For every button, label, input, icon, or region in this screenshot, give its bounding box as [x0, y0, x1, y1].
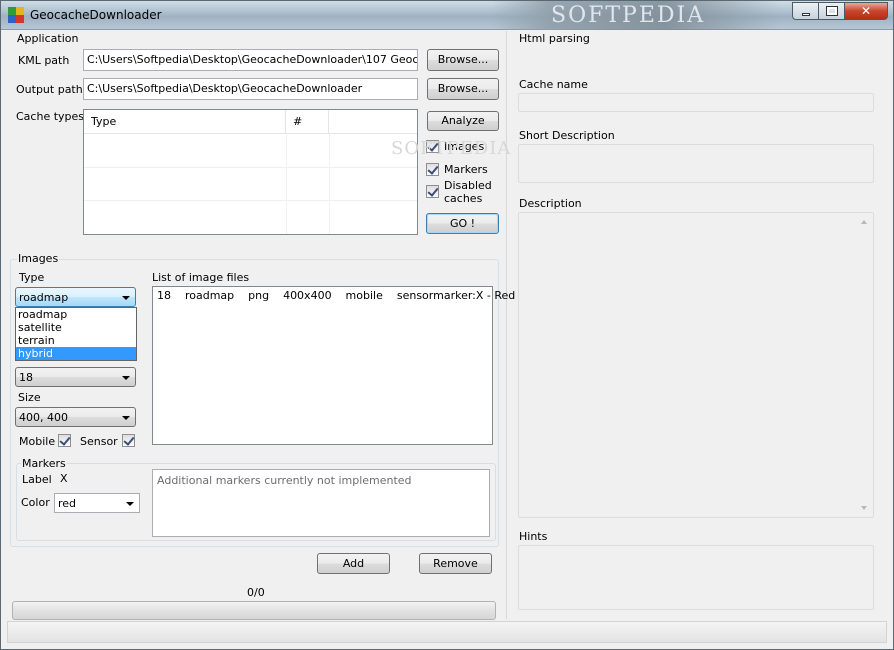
application-group-title: Application [17, 32, 79, 45]
zoom-select[interactable]: 18 [15, 367, 136, 387]
marker-color-label: Color [21, 496, 50, 509]
size-select-value: 400, 400 [19, 411, 68, 424]
type-option-hybrid[interactable]: hybrid [16, 347, 136, 360]
go-button[interactable]: GO ! [426, 213, 499, 234]
size-select[interactable]: 400, 400 [15, 407, 136, 427]
column-header-empty [329, 110, 417, 134]
output-path-input[interactable]: C:\Users\Softpedia\Desktop\GeocacheDownl… [83, 78, 418, 100]
scroll-up-icon[interactable] [861, 220, 867, 224]
title-watermark: SOFTPEDIA [491, 1, 781, 30]
add-button[interactable]: Add [317, 553, 390, 574]
images-group-title: Images [17, 252, 60, 265]
cache-name-label: Cache name [519, 78, 588, 91]
html-parsing-title: Html parsing [519, 32, 590, 45]
sensor-checkbox[interactable] [122, 434, 135, 447]
minimize-icon [802, 13, 810, 16]
image-files-list[interactable]: 18 roadmap png 400x400 mobile sensormark… [152, 286, 515, 445]
disabled-caches-checkbox[interactable] [426, 185, 439, 198]
window-controls: ✕ [792, 2, 888, 21]
zoom-select-value: 18 [19, 371, 33, 384]
description-field[interactable] [518, 212, 874, 518]
type-option-roadmap[interactable]: roadmap [16, 308, 136, 321]
hints-field[interactable] [518, 545, 874, 610]
size-label: Size [18, 391, 41, 404]
output-path-label: Output path [16, 83, 83, 96]
chevron-down-icon [126, 502, 134, 506]
maximize-button[interactable] [818, 2, 845, 20]
grid-line [286, 134, 287, 234]
chevron-down-icon [122, 376, 130, 380]
short-description-label: Short Description [519, 129, 615, 142]
analyze-button[interactable]: Analyze [427, 111, 499, 131]
marker-label-input[interactable]: X [55, 469, 73, 489]
type-option-terrain[interactable]: terrain [16, 334, 136, 347]
grid-line [329, 134, 330, 234]
column-header-type[interactable]: Type [84, 110, 286, 134]
sensor-label: Sensor [80, 435, 118, 448]
type-select[interactable]: roadmap [15, 287, 136, 307]
window-title: GeocacheDownloader [30, 8, 162, 22]
title-bar[interactable]: GeocacheDownloader SOFTPEDIA ✕ [1, 1, 893, 30]
type-option-satellite[interactable]: satellite [16, 321, 136, 334]
chevron-down-icon [122, 416, 130, 420]
disabled-caches-label-2[interactable]: caches [444, 192, 482, 205]
mobile-label: Mobile [19, 435, 56, 448]
disabled-caches-label-1[interactable]: Disabled [444, 179, 492, 192]
kml-browse-button[interactable]: Browse... [427, 49, 499, 71]
app-icon [8, 7, 24, 23]
output-browse-button[interactable]: Browse... [427, 78, 499, 100]
chevron-down-icon [122, 296, 130, 300]
description-label: Description [519, 197, 582, 210]
progress-bar [12, 601, 496, 620]
cache-types-label: Cache types [16, 110, 85, 123]
status-bar [7, 621, 887, 643]
close-icon: ✕ [861, 4, 872, 18]
type-select-value: roadmap [19, 291, 69, 304]
kml-path-input[interactable]: C:\Users\Softpedia\Desktop\GeocacheDownl… [83, 49, 418, 71]
grid-line [84, 167, 417, 168]
marker-label-label: Label [22, 473, 52, 486]
marker-color-select[interactable]: red [54, 493, 140, 513]
main-window: GeocacheDownloader SOFTPEDIA ✕ Applicati… [0, 0, 894, 650]
type-dropdown-list[interactable]: roadmap satellite terrain hybrid [15, 307, 137, 361]
remove-button[interactable]: Remove [419, 553, 492, 574]
short-description-field[interactable] [518, 144, 874, 183]
additional-markers-note: Additional markers currently not impleme… [152, 469, 490, 537]
kml-path-label: KML path [18, 54, 70, 67]
minimize-button[interactable] [792, 2, 819, 20]
panel-divider [506, 31, 507, 619]
markers-checkbox-label[interactable]: Markers [444, 163, 488, 176]
progress-text: 0/0 [247, 586, 265, 599]
column-header-count[interactable]: # [286, 110, 329, 134]
grid-line [84, 200, 417, 201]
maximize-icon [826, 6, 838, 16]
markers-checkbox[interactable] [426, 163, 439, 176]
image-files-label: List of image files [152, 271, 250, 284]
marker-color-value: red [58, 497, 77, 510]
list-item[interactable]: 18 roadmap png 400x400 mobile sensormark… [157, 289, 515, 302]
close-button[interactable]: ✕ [844, 2, 888, 20]
cache-name-field[interactable] [518, 93, 874, 112]
type-label: Type [19, 271, 45, 284]
hints-label: Hints [519, 530, 548, 543]
mobile-checkbox[interactable] [58, 434, 71, 447]
cache-types-list[interactable]: Type # [83, 109, 418, 235]
center-watermark: SOFTPEDIA [391, 138, 512, 159]
scroll-down-icon[interactable] [861, 506, 867, 510]
